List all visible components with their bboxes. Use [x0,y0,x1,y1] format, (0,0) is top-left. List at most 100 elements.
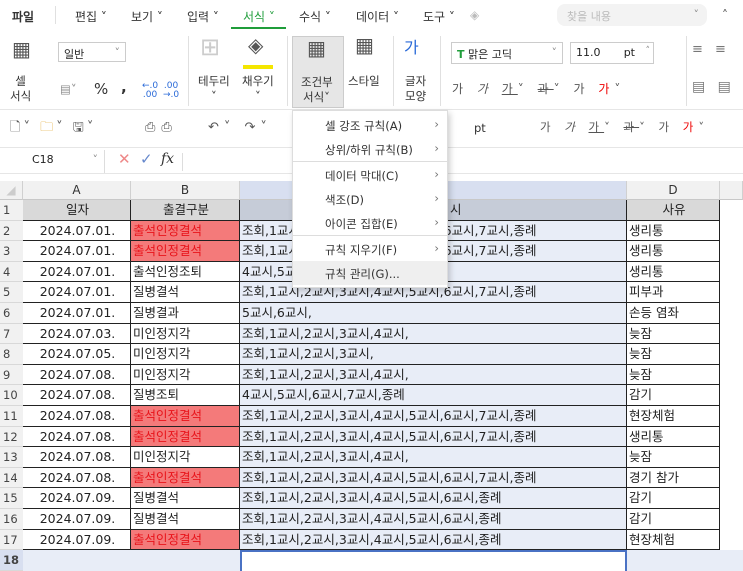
collapse-ribbon-icon[interactable]: ˄ [722,8,728,22]
periods-cell[interactable] [240,550,627,571]
periods-cell[interactable]: 조회,1교시,2교시,3교시,4교시, [240,323,627,345]
reason-cell[interactable]: 감기 [627,385,720,406]
menu-item[interactable]: 규칙 관리(G)... [293,261,447,285]
column-header-d[interactable]: D [627,181,720,200]
reason-cell[interactable]: 늦잠 [627,344,720,365]
row-header[interactable]: 15 [0,488,23,509]
name-box[interactable]: C18 ˅ [0,150,105,173]
date-cell[interactable]: 2024.07.08. [23,406,131,427]
date-cell[interactable] [23,550,131,571]
tab-format[interactable]: 서식 ˅ [243,8,275,25]
menu-item[interactable]: 색조(D) › [293,187,447,211]
select-all-corner[interactable]: ◢ [0,181,23,200]
periods-cell[interactable]: 조회,1교시,2교시,3교시,4교시, [240,364,627,386]
attendance-type-cell[interactable]: 질병결석 [131,488,240,509]
attendance-type-cell[interactable]: 출석인정결석 [131,241,240,262]
periods-cell[interactable]: 조회,1교시,2교시,3교시,4교시,5교시,6교시,종례 [240,488,627,509]
reason-cell[interactable]: 생리통 [627,241,720,262]
reason-cell[interactable]: 현장체험 [627,406,720,427]
attendance-type-cell[interactable]: 출석인정조퇴 [131,261,240,283]
date-cell[interactable]: 2024.07.08. [23,385,131,406]
reason-cell[interactable]: 늦잠 [627,447,720,468]
reason-cell[interactable]: 늦잠 [627,323,720,345]
periods-cell[interactable]: 조회,1교시,2교시,3교시,4교시,5교시,6교시,7교시,종례 [240,406,627,427]
header-cell-date[interactable]: 일자 [23,200,131,221]
quick-font-style[interactable]: 가 가 가˅ 과˅ 가 가˅ [540,120,709,135]
row-header[interactable]: 8 [0,344,23,365]
periods-cell[interactable]: 4교시,5교시,6교시,7교시,종례 [240,385,627,406]
date-cell[interactable]: 2024.07.08. [23,426,131,448]
date-cell[interactable]: 2024.07.08. [23,467,131,489]
date-cell[interactable]: 2024.07.01. [23,220,131,242]
date-cell[interactable]: 2024.07.09. [23,488,131,509]
help-icon[interactable]: ◈ [470,8,479,22]
row-header[interactable]: 5 [0,282,23,303]
periods-cell[interactable]: 조회,1교시,2교시,3교시,4교시,5교시,6교시,7교시,종례 [240,467,627,489]
menu-item[interactable]: 상위/하위 규칙(B) › [293,137,447,161]
file-buttons[interactable]: 🗋˅ 🗀˅ 🖫˅ [10,120,96,135]
row-header[interactable]: 2 [0,220,23,242]
row-header[interactable]: 17 [0,529,23,551]
conditional-format-button[interactable]: ▦ 조건부 서식˅ [292,36,344,108]
row-header[interactable]: 3 [0,241,23,262]
reason-cell[interactable]: 늦잠 [627,364,720,386]
menu-item[interactable]: 규칙 지우기(F) › [293,237,447,261]
date-cell[interactable]: 2024.07.08. [23,447,131,468]
border-button[interactable]: 테두리 ˅ [198,74,230,104]
tab-file[interactable]: 파일 [12,8,34,25]
header-cell-reason[interactable]: 사유 [627,200,720,221]
tab-data[interactable]: 데이터 ˅ [356,8,399,25]
periods-cell[interactable]: 조회,1교시,2교시,3교시, [240,344,627,365]
header-cell-type[interactable]: 출결구분 [131,200,240,221]
column-header-b[interactable]: B [131,181,240,200]
row-header[interactable]: 10 [0,385,23,406]
function-icon[interactable]: fx [161,152,174,167]
tab-view[interactable]: 보기 ˅ [131,8,163,25]
column-header-a[interactable]: A [23,181,131,200]
date-cell[interactable]: 2024.07.03. [23,323,131,345]
comma-button[interactable]: , [121,80,127,95]
decrease-decimal-icon[interactable]: .00 →.0 [163,82,179,100]
font-shape-button[interactable]: 글자 모양 [405,74,426,104]
row-header[interactable]: 16 [0,509,23,530]
date-cell[interactable]: 2024.07.08. [23,364,131,386]
row-header[interactable]: 11 [0,406,23,427]
attendance-type-cell[interactable]: 질병결석 [131,509,240,530]
row-header[interactable]: 9 [0,364,23,386]
row-header[interactable]: 7 [0,323,23,345]
fill-button[interactable]: 채우기 ˅ [242,74,274,104]
row-header[interactable]: 1 [0,200,23,221]
row-header[interactable]: 6 [0,303,23,324]
row-header[interactable]: 4 [0,261,23,283]
print-icons[interactable]: ⎙⎙ [145,120,178,135]
reason-cell[interactable]: 감기 [627,488,720,509]
attendance-type-cell[interactable]: 출석인정결석 [131,426,240,448]
increase-decimal-icon[interactable]: ←.0.00 [142,82,158,100]
reason-cell[interactable]: 생리통 [627,426,720,448]
tab-edit[interactable]: 편집 ˅ [75,8,107,25]
attendance-type-cell[interactable]: 출석인정결석 [131,220,240,242]
font-style-buttons[interactable]: 가 가 가˅ 과˅ 가 가˅ [452,82,625,97]
date-cell[interactable]: 2024.07.05. [23,344,131,365]
menu-item[interactable]: 데이터 막대(C) › [293,163,447,187]
attendance-type-cell[interactable]: 질병결과 [131,303,240,324]
attendance-type-cell[interactable] [131,550,240,571]
attendance-type-cell[interactable]: 출석인정결석 [131,529,240,551]
periods-cell[interactable]: 조회,1교시,2교시,3교시,4교시,5교시,6교시,7교시,종례 [240,426,627,448]
date-cell[interactable]: 2024.07.09. [23,529,131,551]
reason-cell[interactable]: 손등 염좌 [627,303,720,324]
currency-icon[interactable]: ▤˅ [60,82,77,97]
attendance-type-cell[interactable]: 출석인정결석 [131,406,240,427]
menu-item[interactable]: 셀 강조 규칙(A) › [293,113,447,137]
reason-cell[interactable]: 생리통 [627,261,720,283]
cell-format-button[interactable]: 셀 서식 [10,74,31,104]
date-cell[interactable]: 2024.07.01. [23,261,131,283]
reason-cell[interactable] [627,550,720,571]
date-cell[interactable]: 2024.07.01. [23,282,131,303]
reason-cell[interactable]: 피부과 [627,282,720,303]
attendance-type-cell[interactable]: 질병조퇴 [131,385,240,406]
attendance-type-cell[interactable]: 미인정지각 [131,447,240,468]
row-header[interactable]: 13 [0,447,23,468]
periods-cell[interactable]: 조회,1교시,2교시,3교시,4교시, [240,447,627,468]
confirm-icon[interactable]: ✓ [140,152,153,167]
